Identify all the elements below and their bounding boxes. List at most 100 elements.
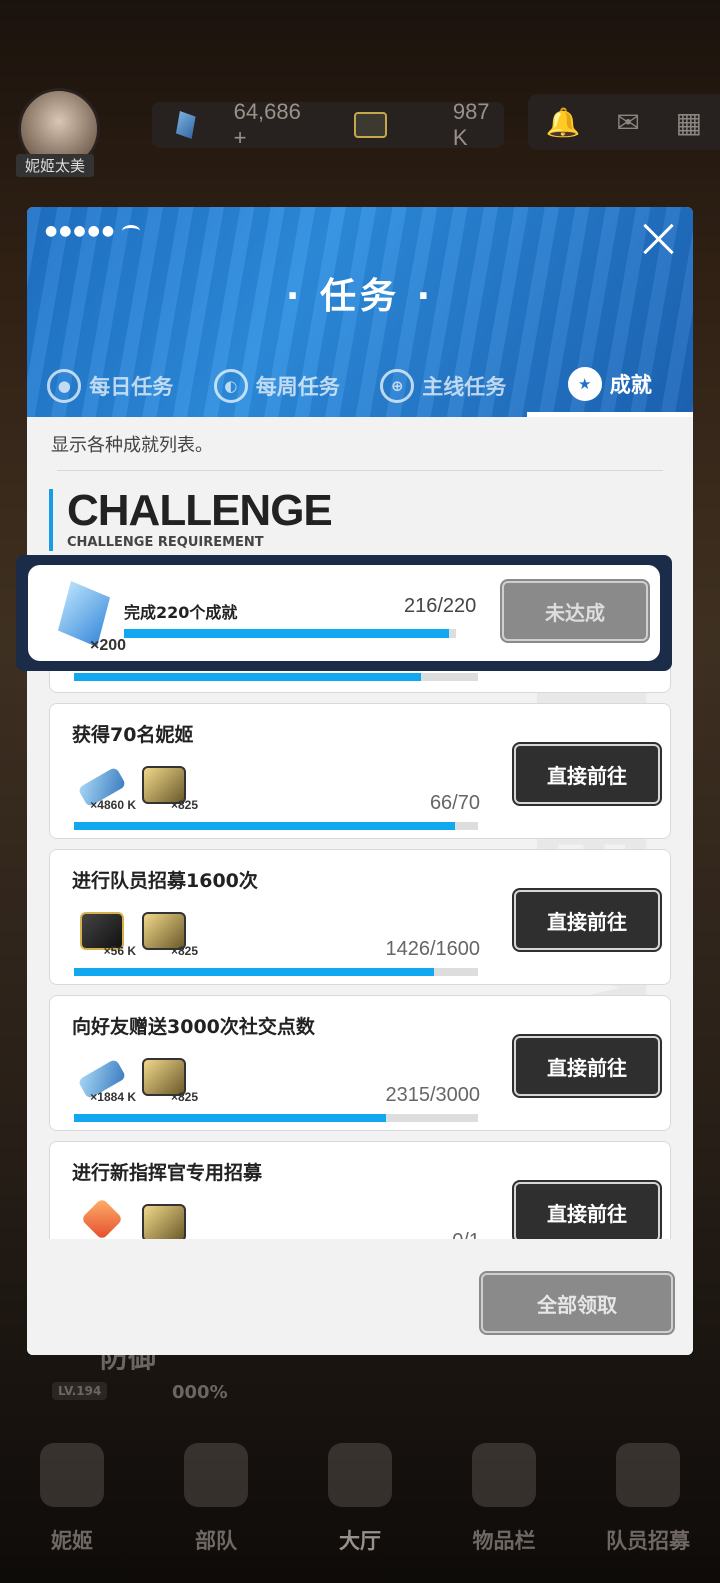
nav-nikke[interactable]: 妮姬 [12,1443,132,1555]
divider [57,470,663,471]
nav-label: 部队 [195,1529,237,1553]
reward-list [80,1197,190,1239]
nav-squad[interactable]: 部队 [156,1443,276,1555]
task-title: 向好友赠送3000次社交点数 [72,1016,315,1038]
progress-fill [74,673,422,681]
signal-indicator: ●●●●● [45,223,141,239]
list-item: 进行新指挥官专用招募 0/1 直接前往 [49,1141,671,1239]
credit-card-icon [354,112,387,138]
lobby-icon [328,1443,392,1507]
squad-icon [184,1443,248,1507]
tab-achievement[interactable]: ★ 成就 [526,355,693,417]
modal-header: ●●●●● · 任务 · ● 每日任务 ◐ 每周任务 ⊕ 主线任务 ★ 成就 [27,207,693,417]
tab-daily[interactable]: ● 每日任务 [27,355,194,417]
progress-text: 66/70 [429,792,480,814]
gem-count[interactable]: 64,686 + [234,99,311,151]
modal-title: · 任务 · [285,276,435,317]
bell-icon[interactable]: 🔔 [546,106,581,139]
reward-item[interactable] [142,1204,190,1239]
level-badge: LV.194 [52,1382,108,1400]
bottom-nav: 妮姬 部队 大厅 物品栏 队员招募 [0,1410,720,1583]
reward-qty: ×825 [170,944,198,958]
inventory-icon [472,1443,536,1507]
progress-text: 2315/3000 [385,1084,480,1106]
section-subtitle: CHALLENGE REQUIREMENT [67,535,264,550]
tab-weekly[interactable]: ◐ 每周任务 [194,355,361,417]
hub-topbar: 妮姬太美 64,686 + 987 K 🔔 ✉ ▦ [0,88,720,177]
tab-label: 成就 [609,372,652,397]
progress-bar [74,968,478,976]
daily-icon: ● [47,369,82,403]
claim-all-button[interactable]: 全部领取 [481,1273,673,1333]
nav-lobby[interactable]: 大厅 [300,1443,420,1555]
go-button[interactable]: 直接前往 [514,1182,660,1239]
reward-list: ×4860 K ×825 [77,766,198,812]
section-title: CHALLENGE [67,486,333,535]
list-item: 向好友赠送3000次社交点数 ×1884 K ×825 2315/3000 直接… [49,995,671,1131]
nav-label: 大厅 [339,1529,381,1553]
reward-item[interactable]: ×825 [142,912,198,958]
progress-fill [74,1114,386,1122]
credit-count: 987 K [452,99,490,150]
go-button[interactable]: 直接前往 [514,890,660,950]
reward-list: ×56 K ×825 [80,912,198,958]
reward-item[interactable]: ×825 [142,766,198,812]
modal-footer: 全部领取 [27,1251,693,1355]
challenge-section-header: CHALLENGE CHALLENGE REQUIREMENT [49,489,693,551]
weekly-icon: ◐ [213,369,248,403]
nav-label: 物品栏 [472,1529,536,1553]
tab-label: 每周任务 [255,375,340,399]
reward-item[interactable]: ×1884 K [77,1058,136,1104]
recruit-icon [616,1443,680,1507]
reward-list: ×1884 K ×825 [77,1058,198,1104]
close-button[interactable] [641,221,677,257]
reward-qty: ×825 [170,1090,198,1104]
tab-description: 显示各种成就列表。 [51,435,213,456]
achievement-list[interactable]: NEW 获得70名妮姬 ×4860 K ×825 66/70 直接前往 进行队员… [27,667,693,1239]
progress-text: 216/220 [404,595,477,617]
reward-item[interactable]: ×825 [142,1058,198,1104]
hub-icon-group: 🔔 ✉ ▦ [528,94,720,150]
go-button[interactable]: 直接前往 [514,744,660,804]
task-title: 进行新指挥官专用招募 [72,1162,263,1184]
reward-qty: ×200 [90,637,127,654]
task-title: 完成220个成就 [124,603,238,622]
nav-recruit[interactable]: 队员招募 [588,1443,708,1555]
reward-item[interactable]: ×56 K [80,912,136,958]
reward-qty: ×825 [170,798,198,812]
task-title: 进行队员招募1600次 [72,870,258,892]
progress-fill [74,822,455,830]
task-title: 获得70名妮姬 [72,724,194,746]
mission-tabs: ● 每日任务 ◐ 每周任务 ⊕ 主线任务 ★ 成就 [27,355,693,417]
nav-inventory[interactable]: 物品栏 [444,1443,564,1555]
mission-modal: ●●●●● · 任务 · ● 每日任务 ◐ 每周任务 ⊕ 主线任务 ★ 成就 显示各种成… [27,207,693,1355]
progress-bar [124,629,456,638]
tab-label: 主线任务 [422,375,507,399]
reward-item[interactable]: ×4860 K [77,766,136,812]
tab-label: 每日任务 [89,375,174,399]
progress-bar [74,673,478,681]
nikke-icon [40,1443,104,1507]
tab-main-quest[interactable]: ⊕ 主线任务 [360,355,527,417]
mail-icon[interactable]: ✉ [616,106,639,139]
player-name: 妮姬太美 [16,154,94,177]
not-achieved-button[interactable]: 未达成 [502,581,648,641]
progress-fill [74,968,434,976]
progress-bar [74,822,478,830]
progress-fill [124,629,450,638]
nav-label: 队员招募 [606,1529,690,1553]
grid-menu-icon[interactable]: ▦ [676,106,702,139]
featured-card: ×200 完成220个成就 216/220 未达成 [28,565,660,661]
go-button[interactable]: 直接前往 [514,1036,660,1096]
progress-text: 0/1 [452,1230,480,1239]
reward-qty: ×56 K [103,944,136,958]
list-item: 进行队员招募1600次 ×56 K ×825 1426/1600 直接前往 [49,849,671,985]
star-icon: ★ [567,366,602,401]
recruit-ticket-icon [80,1197,124,1239]
reward-qty: ×4860 K [90,798,136,812]
percent-text: 000% [172,1382,228,1403]
reward-item[interactable] [80,1197,128,1239]
reward-qty: ×1884 K [90,1090,136,1104]
gold-module-icon [142,1204,186,1239]
wifi-icon [122,225,141,237]
